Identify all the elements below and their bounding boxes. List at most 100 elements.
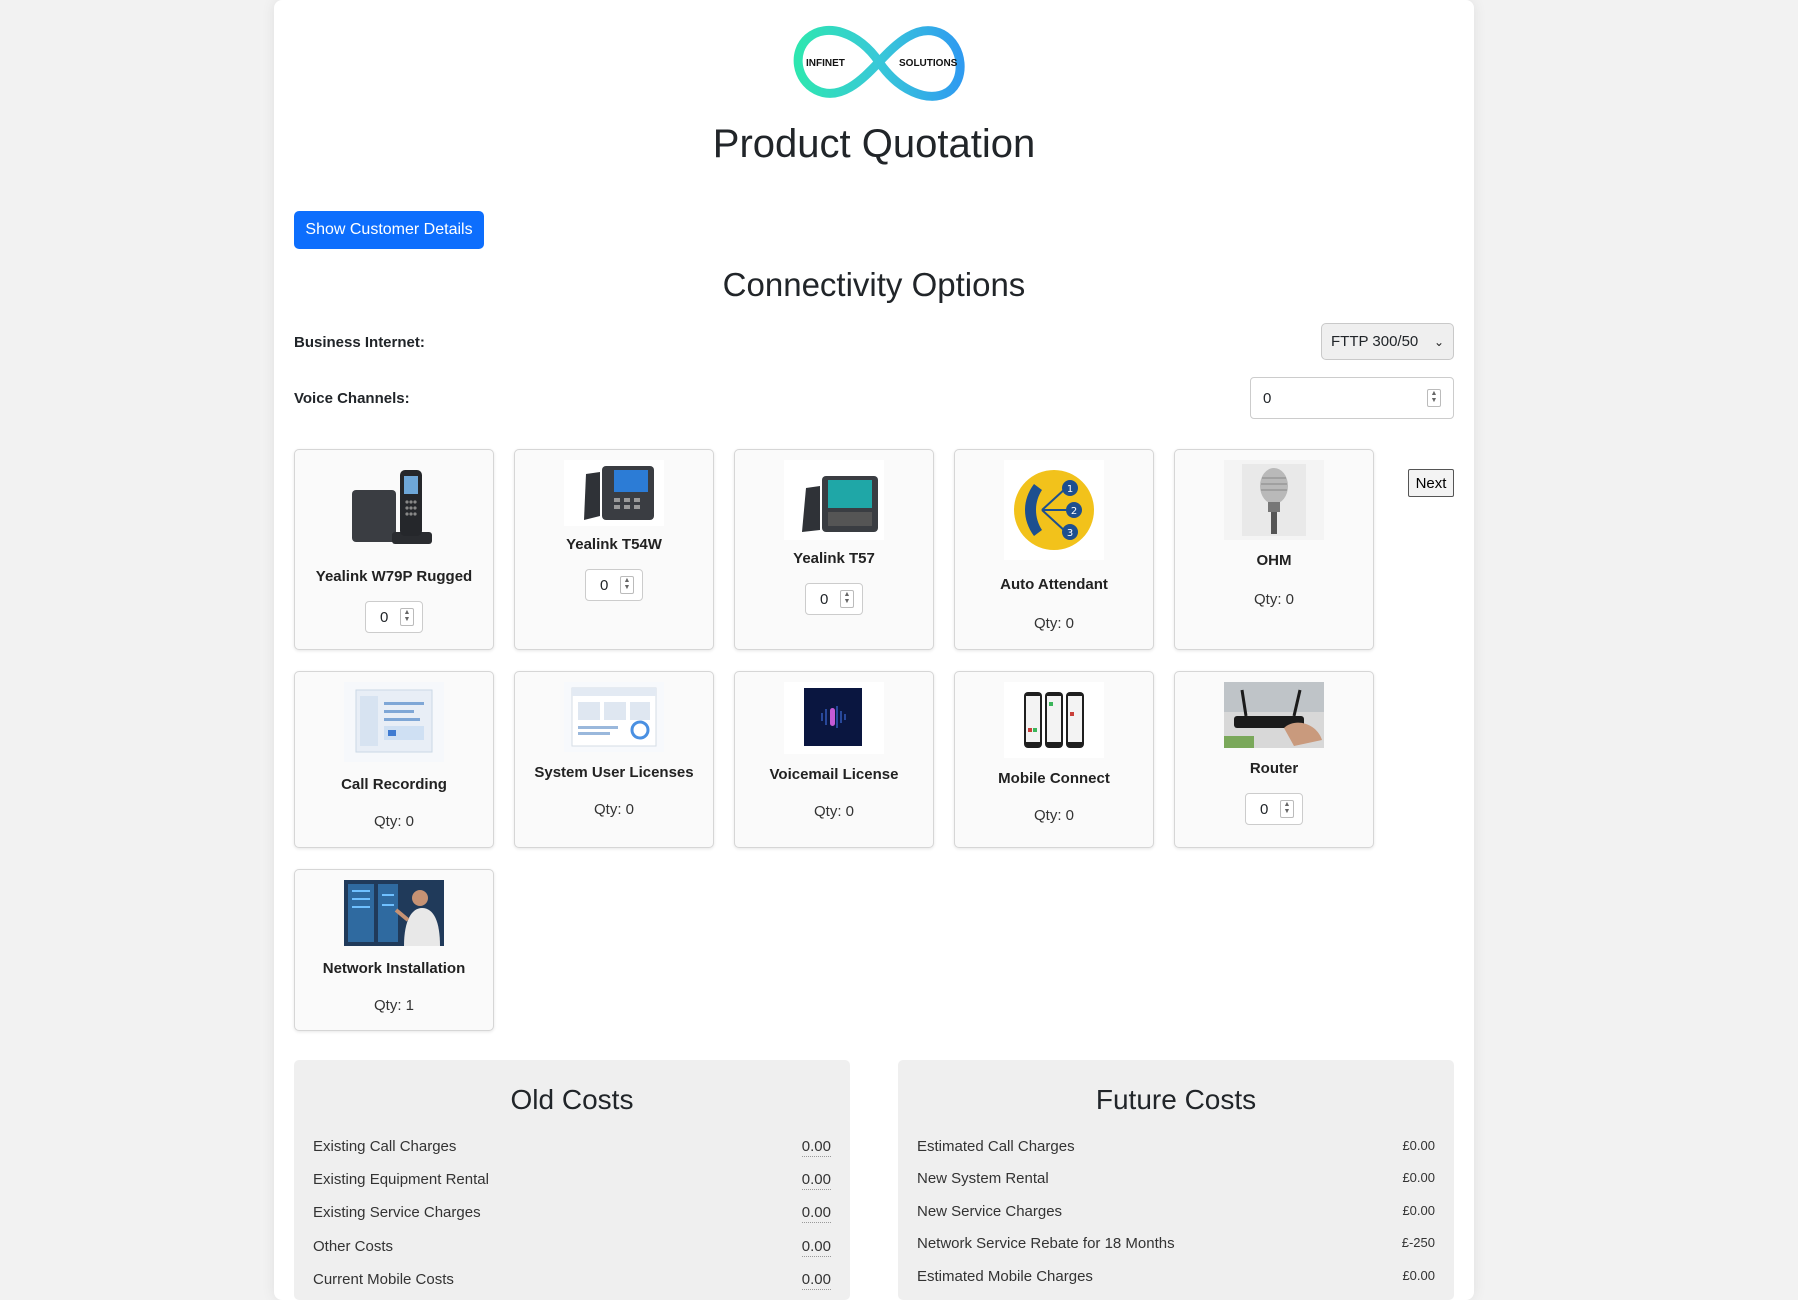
product-name: Network Installation	[322, 960, 466, 977]
voice-channels-value: 0	[1263, 389, 1272, 407]
cost-value-input[interactable]: 0.00	[801, 1138, 831, 1157]
network-installation-image	[344, 880, 444, 946]
cost-value-input[interactable]: 0.00	[801, 1271, 831, 1290]
product-card-mobile-connect: Mobile Connect Qty: 0	[954, 671, 1154, 848]
cost-row: Other Costs 0.00	[313, 1238, 831, 1257]
auto-attendant-image: 1 2 3	[1004, 460, 1104, 560]
spinner-icon[interactable]: ▲ ▼	[620, 576, 634, 594]
business-internet-select[interactable]: FTTP 300/50 ⌄	[1321, 323, 1454, 360]
old-costs-title: Old Costs	[510, 1084, 634, 1115]
cost-row: Estimated Call Charges £0.00	[917, 1138, 1435, 1155]
product-name: Yealink T57	[793, 550, 875, 567]
svg-text:1: 1	[1067, 484, 1073, 495]
cost-row: Network Service Rebate for 18 Months £-2…	[917, 1235, 1435, 1252]
mobile-connect-image	[1004, 682, 1104, 758]
cost-row: Current Mobile Costs 0.00	[313, 1271, 831, 1290]
product-card-auto-attendant: 1 2 3 Auto Attendant Qty: 0	[954, 449, 1154, 650]
svg-text:2: 2	[1071, 506, 1077, 517]
cost-row: Existing Call Charges 0.00	[313, 1138, 831, 1157]
product-name: Voicemail License	[769, 766, 899, 783]
cost-label: New Service Charges	[917, 1203, 1063, 1220]
chevron-down-icon: ⌄	[1433, 334, 1444, 349]
voice-channels-input[interactable]: 0 ▲ ▼	[1250, 377, 1454, 419]
quotation-container: INFINET SOLUTIONS Product Quotation Show…	[274, 0, 1474, 1300]
yealink-t57-image	[784, 460, 884, 540]
cost-label: Existing Service Charges	[313, 1204, 481, 1221]
cost-value-input[interactable]: 0.00	[801, 1204, 831, 1223]
product-name: System User Licenses	[534, 764, 694, 781]
product-qty-value: 0	[600, 576, 609, 594]
cost-label: Estimated Call Charges	[917, 1138, 1075, 1155]
product-card-call-recording: Call Recording Qty: 0	[294, 671, 494, 848]
cost-row: Existing Service Charges 0.00	[313, 1204, 831, 1223]
product-qty-text: Qty: 0	[1253, 591, 1294, 608]
product-name: Router	[1249, 760, 1299, 777]
old-costs-panel: Old Costs Existing Call Charges 0.00 Exi…	[294, 1060, 850, 1300]
cost-value-input[interactable]: 0.00	[801, 1171, 831, 1190]
cost-value: £-250	[1401, 1235, 1435, 1250]
cost-row: New Service Charges £0.00	[917, 1203, 1435, 1220]
product-qty-text: Qty: 0	[1033, 615, 1074, 632]
page-title: Product Quotation	[712, 122, 1036, 166]
product-qty-text: Qty: 0	[373, 813, 414, 830]
show-customer-details-button[interactable]: Show Customer Details	[294, 211, 484, 249]
cost-label: Existing Call Charges	[313, 1138, 457, 1155]
cost-label: New System Rental	[917, 1170, 1049, 1187]
cost-label: Network Service Rebate for 18 Months	[917, 1235, 1175, 1252]
product-qty-value: 0	[380, 608, 389, 626]
cost-value-input[interactable]: 0.00	[801, 1238, 831, 1257]
business-internet-label: Business Internet:	[294, 334, 425, 351]
future-costs-title: Future Costs	[1095, 1084, 1257, 1115]
product-name: Call Recording	[341, 776, 447, 793]
product-card-system-user-licenses: System User Licenses Qty: 0	[514, 671, 714, 848]
product-qty-input[interactable]: 0 ▲ ▼	[1245, 793, 1303, 825]
connectivity-options-heading: Connectivity Options	[722, 266, 1026, 303]
ohm-microphone-image	[1224, 460, 1324, 540]
cost-value: £0.00	[1402, 1203, 1435, 1218]
spinner-icon[interactable]: ▲ ▼	[1280, 800, 1294, 818]
router-image	[1224, 682, 1324, 748]
product-qty-input[interactable]: 0 ▲ ▼	[585, 569, 643, 601]
cost-label: Other Costs	[313, 1238, 394, 1255]
product-name: OHM	[1256, 552, 1292, 569]
cost-row: Estimated Mobile Charges £0.00	[917, 1268, 1435, 1285]
product-qty-text: Qty: 0	[813, 803, 854, 820]
cost-label: Current Mobile Costs	[313, 1271, 454, 1288]
cost-value: £0.00	[1402, 1170, 1435, 1185]
product-card-router: Router 0 ▲ ▼	[1174, 671, 1374, 848]
product-card-yealink-w79p: Yealink W79P Rugged 0 ▲ ▼	[294, 449, 494, 650]
yealink-w79p-image	[352, 470, 432, 544]
future-costs-panel: Future Costs Estimated Call Charges £0.0…	[898, 1060, 1454, 1300]
product-qty-text: Qty: 0	[593, 801, 634, 818]
logo-right-text: SOLUTIONS	[899, 58, 958, 69]
product-name: Auto Attendant	[1000, 576, 1108, 593]
product-card-ohm: OHM Qty: 0	[1174, 449, 1374, 650]
product-card-yealink-t57: Yealink T57 0 ▲ ▼	[734, 449, 934, 650]
product-qty-value: 0	[820, 590, 829, 608]
svg-text:3: 3	[1067, 528, 1073, 539]
product-qty-input[interactable]: 0 ▲ ▼	[805, 583, 863, 615]
product-name: Yealink W79P Rugged	[315, 568, 473, 585]
product-qty-value: 0	[1260, 800, 1269, 818]
spinner-icon[interactable]: ▲ ▼	[1427, 389, 1441, 407]
voicemail-license-image	[784, 682, 884, 754]
infinet-solutions-logo: INFINET SOLUTIONS	[793, 25, 965, 101]
product-card-voicemail-license: Voicemail License Qty: 0	[734, 671, 934, 848]
call-recording-image	[344, 682, 444, 762]
product-qty-input[interactable]: 0 ▲ ▼	[365, 601, 423, 633]
product-card-network-installation: Network Installation Qty: 1	[294, 869, 494, 1031]
spinner-icon[interactable]: ▲ ▼	[840, 590, 854, 608]
product-qty-text: Qty: 0	[1033, 807, 1074, 824]
next-button[interactable]: Next	[1408, 469, 1454, 497]
product-name: Mobile Connect	[998, 770, 1110, 787]
cost-label: Estimated Mobile Charges	[917, 1268, 1093, 1285]
cost-value: £0.00	[1402, 1268, 1435, 1283]
system-user-licenses-image	[564, 682, 664, 752]
product-name: Yealink T54W	[566, 536, 662, 553]
business-internet-value: FTTP 300/50	[1331, 333, 1419, 350]
yealink-t54w-image	[564, 460, 664, 526]
spinner-icon[interactable]: ▲ ▼	[400, 608, 414, 626]
product-qty-text: Qty: 1	[373, 997, 414, 1014]
product-card-yealink-t54w: Yealink T54W 0 ▲ ▼	[514, 449, 714, 650]
cost-row: Existing Equipment Rental 0.00	[313, 1171, 831, 1190]
